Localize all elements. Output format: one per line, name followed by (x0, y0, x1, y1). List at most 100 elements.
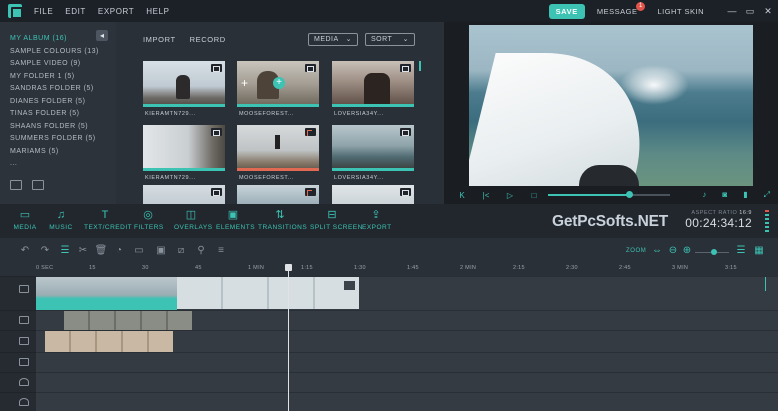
media-thumbnail[interactable]: LOVERSIA34Y... (332, 61, 414, 117)
video-track-1[interactable] (36, 276, 778, 310)
progress-handle[interactable] (625, 191, 633, 198)
playback-progress[interactable] (548, 191, 670, 198)
video-clip[interactable] (36, 277, 177, 310)
undo-icon[interactable]: ↶ (18, 245, 32, 257)
video-clip[interactable] (64, 311, 192, 330)
image-track-1[interactable] (36, 330, 778, 352)
record-tab[interactable]: RECORD (190, 35, 226, 44)
skip-back-icon[interactable]: K (456, 191, 468, 200)
volume-icon[interactable]: ▮ (743, 190, 747, 200)
split-screen-tool[interactable]: ⊟ SPLIT SCREEN (310, 208, 362, 231)
move-cursor-icon: + (241, 76, 249, 90)
media-thumbnail[interactable] (332, 185, 414, 204)
messages-count-badge: 1 (636, 1, 646, 11)
sidebar-item-sample-video[interactable]: SAMPLE VIDEO (9) (0, 58, 116, 71)
close-button[interactable]: ✕ (760, 6, 776, 17)
menu-file[interactable]: FILE (34, 7, 53, 16)
rotate-icon[interactable]: ⧄ (174, 245, 188, 257)
zoom-in-icon[interactable]: ⊕ (680, 245, 694, 257)
add-folder-icon[interactable] (10, 180, 22, 190)
text-credit-tool[interactable]: T TEXT/CREDIT (84, 208, 132, 231)
track-header-audio-1 (0, 372, 36, 392)
audio-track-1[interactable] (36, 372, 778, 392)
sidebar-item-sandras-folder[interactable]: SANDRAS FOLDER (5) (0, 83, 116, 96)
video-track-2[interactable] (36, 310, 778, 330)
snapshot-icon[interactable]: ▣ (154, 245, 168, 257)
thumbnail-caption: MOOSEFOREST... (239, 111, 295, 117)
sidebar-item-my-folder-1[interactable]: MY FOLDER 1 (5) (0, 71, 116, 84)
clip-effect-icon (344, 281, 355, 290)
sidebar-item-sample-colours[interactable]: SAMPLE COLOURS (13) (0, 46, 116, 59)
playhead[interactable] (285, 264, 292, 411)
sidebar-item-shaans-folder[interactable]: SHAANS FOLDER (5) (0, 121, 116, 134)
redo-icon[interactable]: ↷ (38, 245, 52, 257)
camera-icon[interactable]: ◙ (722, 190, 727, 200)
crop-icon[interactable]: ▭ (132, 245, 146, 257)
couple-silhouette (364, 73, 390, 105)
menu-bar: FILE EDIT EXPORT HELP SAVE MESSAGE 1 LIG… (0, 0, 778, 22)
timeline-ruler[interactable]: 0 SEC 15 30 45 1 MIN 1:15 1:30 1:45 2 MIN 2:15 2:3… (36, 262, 778, 276)
zoom-handle[interactable] (710, 249, 717, 255)
video-clip[interactable] (177, 277, 359, 309)
delete-folder-icon[interactable] (32, 180, 44, 190)
filters-tool[interactable]: ◎ FILTERS (134, 208, 163, 231)
delete-icon[interactable]: 🗑 (94, 245, 108, 257)
sort-dropdown[interactable]: SORT ⌄ (365, 33, 415, 46)
maximize-button[interactable]: ▭ (742, 6, 758, 17)
grid-view-icon[interactable]: ▦ (752, 245, 766, 257)
ruler-tick-label: 2:30 (566, 265, 578, 271)
transitions-tool[interactable]: ⇅ TRANSITIONS (258, 208, 307, 231)
media-tool[interactable]: ▭ MEDIA (12, 208, 38, 231)
media-thumbnail[interactable]: KIERAMTN729... (143, 61, 225, 117)
ruler-tick-label: 45 (195, 265, 202, 271)
image-clip[interactable] (45, 331, 173, 352)
media-scrollbar[interactable] (419, 61, 421, 71)
media-thumbnail[interactable] (143, 185, 225, 204)
sidebar-item-more[interactable]: ... (0, 158, 116, 171)
light-skin-toggle[interactable]: LIGHT SKIN (657, 7, 704, 16)
image-track-2[interactable] (36, 352, 778, 372)
step-back-icon[interactable]: |< (480, 191, 492, 200)
export-tool[interactable]: ⇪ EXPORT (362, 208, 391, 231)
audio-mixer-icon[interactable]: ≡ (214, 245, 228, 257)
media-thumbnail[interactable] (237, 185, 319, 204)
elements-tool[interactable]: ▣ ELEMENTS (216, 208, 255, 231)
media-thumbnail[interactable]: MOOSEFOREST... (237, 125, 319, 181)
import-tab[interactable]: IMPORT (143, 35, 176, 44)
zoom-out-icon[interactable]: ⊖ (666, 245, 680, 257)
messages-button[interactable]: MESSAGE 1 (597, 1, 646, 16)
menu-edit[interactable]: EDIT (65, 7, 86, 16)
sidebar-item-dianes-folder[interactable]: DIANES FOLDER (5) (0, 96, 116, 109)
menu-help[interactable]: HELP (146, 7, 169, 16)
fullscreen-icon[interactable]: ⤢ (764, 190, 770, 200)
zoom-slider[interactable] (695, 249, 729, 255)
sidebar-item-tinas-folder[interactable]: TINAS FOLDER (5) (0, 108, 116, 121)
music-tool[interactable]: ♫ MUSIC (48, 208, 74, 231)
add-to-timeline-icon[interactable]: + (273, 77, 285, 89)
minimize-button[interactable]: — (724, 6, 740, 16)
fit-zoom-icon[interactable]: ⇔ (650, 245, 664, 257)
color-icon[interactable]: ⚲ (194, 245, 208, 257)
media-thumbnail[interactable]: KIERAMTN729... (143, 125, 225, 181)
music-tool-label: MUSIC (49, 224, 73, 231)
edit-properties-icon[interactable]: ☰ (58, 245, 72, 257)
stop-icon[interactable]: □ (528, 191, 540, 200)
sidebar-item-summers-folder[interactable]: SUMMERS FOLDER (5) (0, 133, 116, 146)
cut-icon[interactable]: ✂ (76, 245, 90, 257)
media-thumbnail[interactable]: + + MOOSEFOREST... (237, 61, 319, 117)
save-button[interactable]: SAVE (548, 3, 585, 19)
speed-icon[interactable]: ◔ (112, 245, 126, 257)
media-filter-dropdown[interactable]: MEDIA ⌄ (308, 33, 358, 46)
list-view-icon[interactable]: ☰ (734, 245, 748, 257)
play-icon[interactable]: ▷ (504, 191, 516, 200)
media-thumbnail[interactable]: LOVERSIA34Y... (332, 125, 414, 181)
elements-icon: ▣ (227, 209, 239, 221)
sidebar-item-mariams[interactable]: MARIAMS (5) (0, 146, 116, 159)
audio-track-2[interactable] (36, 392, 778, 411)
thumbnail-caption: LOVERSIA34Y... (334, 175, 384, 181)
overlays-tool[interactable]: ◫ OVERLAYS (174, 208, 213, 231)
menu-export[interactable]: EXPORT (98, 7, 134, 16)
collapse-sidebar-icon[interactable]: ◂ (96, 30, 108, 41)
overlays-tool-label: OVERLAYS (174, 224, 213, 231)
microphone-icon[interactable]: ♪ (702, 190, 706, 200)
